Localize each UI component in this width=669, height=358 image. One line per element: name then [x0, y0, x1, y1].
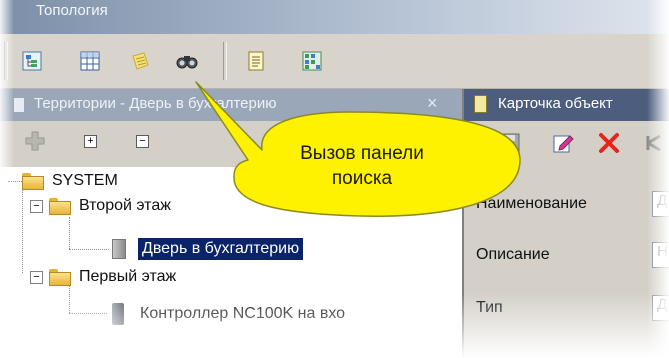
tree-connector [69, 313, 107, 314]
collapse-toggle[interactable]: − [30, 270, 43, 284]
tree-item-label: SYSTEM [52, 172, 118, 189]
toolbar-separator [223, 42, 227, 80]
map-button[interactable] [300, 49, 324, 73]
document-icon [248, 51, 264, 71]
toolbar-grip [4, 42, 8, 80]
delete-icon[interactable] [598, 132, 620, 154]
folder-icon [49, 268, 71, 286]
binoculars-icon [176, 56, 198, 69]
window-title: Топология [36, 2, 108, 19]
tree-item-label: Второй этаж [79, 197, 171, 214]
expand-all-button[interactable]: + [84, 135, 97, 148]
name-label: Наименование [476, 195, 587, 212]
add-icon[interactable] [24, 130, 46, 152]
folder-icon [49, 197, 71, 215]
territories-panel: Территории - Дверь в бухгалтерию × + − S… [0, 89, 462, 358]
description-field[interactable]: Н [652, 242, 669, 268]
door-icon [112, 239, 126, 259]
title-bar: Топология [0, 0, 669, 34]
tree-view-button[interactable] [20, 49, 44, 73]
tree-item-second-floor[interactable]: − Второй этаж [30, 193, 171, 219]
territories-panel-title: Территории - Дверь в бухгалтерию [34, 95, 277, 112]
object-card-title: Карточка объект [498, 95, 613, 112]
map-icon [302, 51, 322, 71]
object-card-panel: Карточка объект Наименование Д Описание … [462, 89, 669, 358]
card-icon [474, 95, 487, 113]
document-button[interactable] [244, 49, 268, 73]
notes-button[interactable] [128, 49, 152, 73]
object-card-toolbar [464, 121, 669, 167]
main-toolbar [0, 34, 669, 89]
tree-connector [69, 249, 109, 250]
folder-icon [22, 172, 44, 190]
callout-line-2: поиска [331, 168, 393, 189]
tree-item-label-selected: Дверь в бухгалтерию [138, 238, 304, 260]
notes-icon [132, 52, 149, 70]
grid-button[interactable] [78, 49, 102, 73]
tree-item-label: Первый этаж [79, 268, 177, 285]
type-field[interactable]: Д [652, 295, 669, 321]
name-field[interactable]: Д [652, 191, 669, 217]
territories-panel-header: Территории - Дверь в бухгалтерию × [0, 89, 462, 121]
grid-icon [80, 51, 100, 71]
tree-item-controller[interactable]: Контроллер NC100K на вхо [112, 301, 345, 327]
close-icon[interactable]: × [427, 93, 438, 114]
back-icon[interactable] [644, 133, 664, 153]
object-card-header: Карточка объект [464, 89, 669, 121]
panel-icon [14, 98, 24, 112]
tree-connector [8, 181, 22, 182]
territory-tree: SYSTEM − Второй этаж Дверь в бухгалтерию… [0, 167, 462, 358]
tree-item-label: Контроллер NC100K на вхо [140, 305, 346, 322]
edit-icon[interactable] [552, 132, 574, 154]
tree-item-door[interactable]: Дверь в бухгалтерию [112, 236, 304, 262]
type-label: Тип [476, 299, 503, 316]
application-window: Топология Территории - Дверь в бухгалтер… [0, 0, 669, 358]
tree-item-first-floor[interactable]: − Первый этаж [30, 264, 176, 290]
tree-item-system[interactable]: SYSTEM [22, 168, 118, 194]
controller-icon [112, 303, 124, 325]
description-label: Описание [476, 246, 550, 263]
tree-connector [22, 181, 23, 273]
collapse-toggle[interactable]: − [30, 199, 43, 213]
collapse-all-button[interactable]: − [136, 135, 149, 148]
tree-connector [69, 217, 70, 249]
callout-text: Вызов панели поиска [262, 141, 462, 191]
tree-view-icon [22, 51, 42, 71]
search-panel-button[interactable] [175, 49, 199, 73]
save-icon[interactable] [500, 133, 520, 153]
callout-line-1: Вызов панели [300, 143, 424, 164]
